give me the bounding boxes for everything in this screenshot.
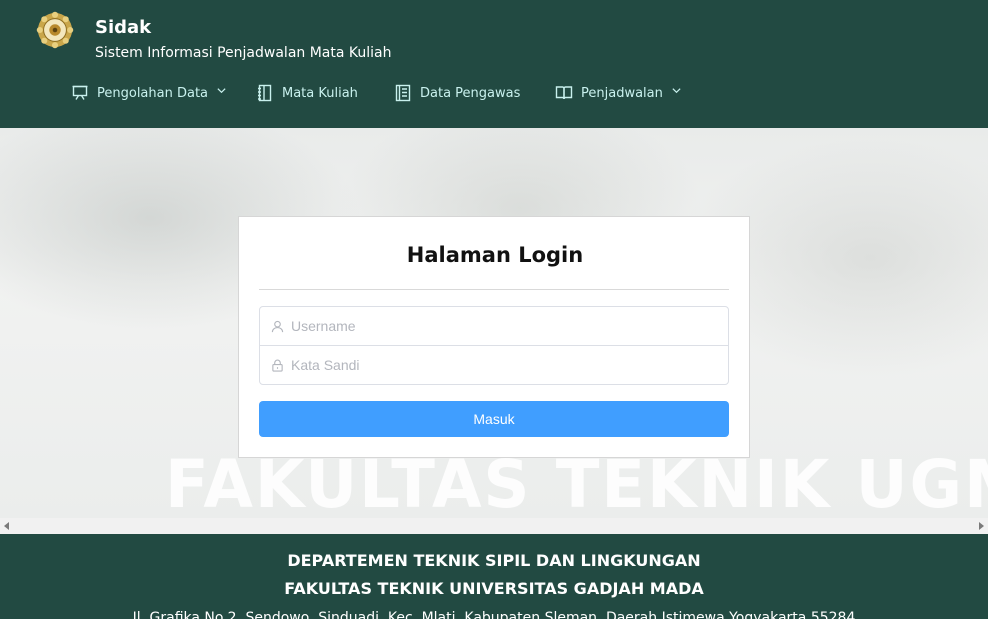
nav-data-pengawas[interactable]: Data Pengawas — [394, 80, 520, 106]
nav-label: Data Pengawas — [420, 85, 521, 101]
lock-icon — [272, 359, 283, 372]
login-button[interactable]: Masuk — [259, 401, 729, 437]
presentation-board-icon — [72, 85, 88, 100]
username-input[interactable] — [291, 318, 711, 334]
app-header: Sidak Sistem Informasi Penjadwalan Mata … — [0, 0, 988, 128]
ugm-emblem-icon[interactable] — [36, 11, 74, 49]
divider — [259, 289, 729, 290]
scroll-left-arrow-icon[interactable] — [4, 522, 9, 530]
open-book-icon — [555, 86, 573, 100]
horizontal-scrollbar[interactable] — [0, 518, 988, 534]
password-field — [259, 345, 729, 385]
main-nav: Pengolahan Data Mata Kuliah Data Pengawa… — [0, 80, 988, 106]
chevron-down-icon — [217, 87, 226, 93]
footer-address: Jl. Grafika No.2, Sendowo, Sinduadi, Kec… — [132, 610, 856, 619]
login-title: Halaman Login — [406, 243, 584, 267]
document-list-icon — [395, 84, 411, 102]
nav-penjadwalan[interactable]: Penjadwalan — [555, 80, 682, 106]
app-subtitle: Sistem Informasi Penjadwalan Mata Kuliah — [95, 45, 392, 61]
app-title: Sidak — [95, 17, 152, 38]
nav-label: Pengolahan Data — [97, 85, 209, 101]
footer-faculty: FAKULTAS TEKNIK UNIVERSITAS GADJAH MADA — [284, 579, 704, 598]
nav-label: Penjadwalan — [581, 85, 663, 101]
username-field — [259, 306, 729, 346]
login-card: Halaman Login Masuk — [238, 216, 750, 458]
user-icon — [271, 320, 284, 332]
nav-label: Mata Kuliah — [282, 85, 358, 101]
nav-pengolahan-data[interactable]: Pengolahan Data — [71, 80, 227, 106]
scroll-right-arrow-icon[interactable] — [979, 522, 984, 530]
password-input[interactable] — [291, 357, 711, 373]
nav-mata-kuliah[interactable]: Mata Kuliah — [256, 80, 358, 106]
notebook-icon — [258, 84, 272, 102]
page-footer: DEPARTEMEN TEKNIK SIPIL DAN LINGKUNGAN F… — [0, 534, 988, 619]
footer-department: DEPARTEMEN TEKNIK SIPIL DAN LINGKUNGAN — [287, 551, 701, 570]
chevron-down-icon — [672, 87, 681, 93]
